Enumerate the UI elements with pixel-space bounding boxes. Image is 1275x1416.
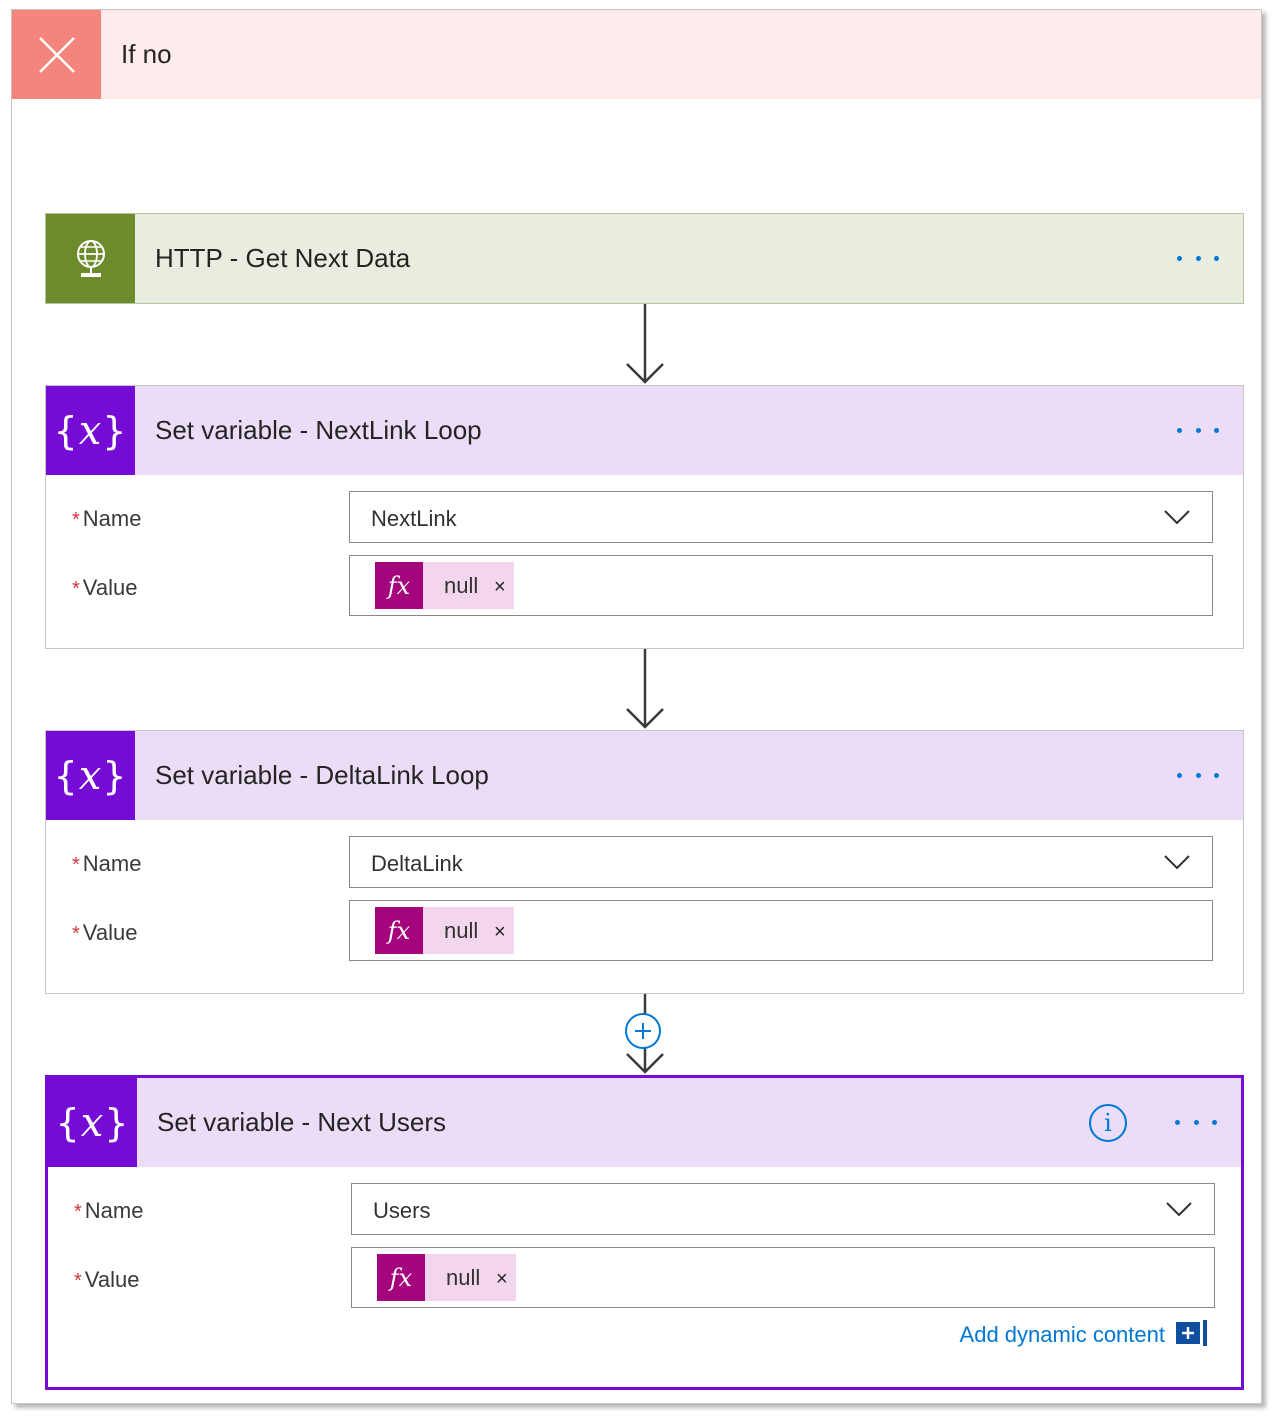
variable-icon: {x}: [46, 731, 135, 820]
name-label: * Name: [72, 851, 142, 876]
value-input[interactable]: fx null ×: [349, 900, 1213, 961]
branch-header: If no: [12, 10, 1261, 99]
variable-icon: {x}: [46, 386, 135, 475]
set-variable-next-users-card: {x} Set variable - Next Users i * Name Us…: [45, 1075, 1244, 1390]
value-label: * Value: [74, 1267, 140, 1292]
set-variable-header[interactable]: {x} Set variable - Next Users i: [48, 1078, 1241, 1167]
value-input[interactable]: fx null ×: [349, 555, 1213, 616]
branch-title: If no: [121, 39, 172, 69]
arrow-down-icon: [626, 304, 664, 384]
insert-step-button[interactable]: [625, 1013, 661, 1049]
more-options-icon[interactable]: [1175, 1112, 1217, 1132]
set-variable-nextlink-card: {x} Set variable - NextLink Loop * Name N…: [45, 385, 1244, 649]
variable-icon: {x}: [48, 1078, 137, 1167]
http-action-header[interactable]: HTTP - Get Next Data: [46, 214, 1243, 303]
info-icon[interactable]: i: [1089, 1104, 1127, 1142]
value-label: * Value: [72, 575, 138, 600]
name-dropdown[interactable]: Users: [351, 1183, 1215, 1235]
more-options-icon[interactable]: [1177, 765, 1219, 785]
close-icon: [12, 10, 101, 99]
fx-icon: fx: [375, 562, 423, 609]
arrow-down-icon: [626, 649, 664, 729]
chevron-down-icon: [1164, 510, 1190, 525]
add-dynamic-content-link[interactable]: Add dynamic content: [960, 1322, 1165, 1348]
fx-icon: fx: [377, 1254, 425, 1301]
more-options-icon[interactable]: [1177, 248, 1219, 268]
expression-token[interactable]: fx null ×: [377, 1254, 516, 1301]
http-action-card[interactable]: HTTP - Get Next Data: [45, 213, 1244, 304]
action-title: Set variable - NextLink Loop: [155, 415, 482, 445]
chevron-down-icon: [1166, 1202, 1192, 1217]
name-dropdown[interactable]: NextLink: [349, 491, 1213, 543]
value-label: * Value: [72, 920, 138, 945]
name-dropdown[interactable]: DeltaLink: [349, 836, 1213, 888]
remove-token-icon[interactable]: ×: [496, 1268, 508, 1291]
http-globe-icon: [46, 214, 135, 303]
chevron-down-icon: [1164, 855, 1190, 870]
expression-token[interactable]: fx null ×: [375, 562, 514, 609]
if-no-branch: If no HTTP - Get Next Data {x} Set varia…: [11, 9, 1262, 1404]
remove-token-icon[interactable]: ×: [494, 576, 506, 599]
name-label: * Name: [74, 1198, 144, 1223]
set-variable-header[interactable]: {x} Set variable - DeltaLink Loop: [46, 731, 1243, 820]
remove-token-icon[interactable]: ×: [494, 921, 506, 944]
fx-icon: fx: [375, 907, 423, 954]
value-input[interactable]: fx null ×: [351, 1247, 1215, 1308]
action-title: HTTP - Get Next Data: [155, 243, 411, 273]
plus-icon: [635, 1023, 651, 1039]
set-variable-header[interactable]: {x} Set variable - NextLink Loop: [46, 386, 1243, 475]
add-dynamic-content-icon[interactable]: [1176, 1320, 1208, 1346]
more-options-icon[interactable]: [1177, 420, 1219, 440]
action-title: Set variable - DeltaLink Loop: [155, 760, 489, 790]
set-variable-deltalink-card: {x} Set variable - DeltaLink Loop * Name …: [45, 730, 1244, 994]
expression-token[interactable]: fx null ×: [375, 907, 514, 954]
name-label: * Name: [72, 506, 142, 531]
action-title: Set variable - Next Users: [157, 1107, 446, 1137]
